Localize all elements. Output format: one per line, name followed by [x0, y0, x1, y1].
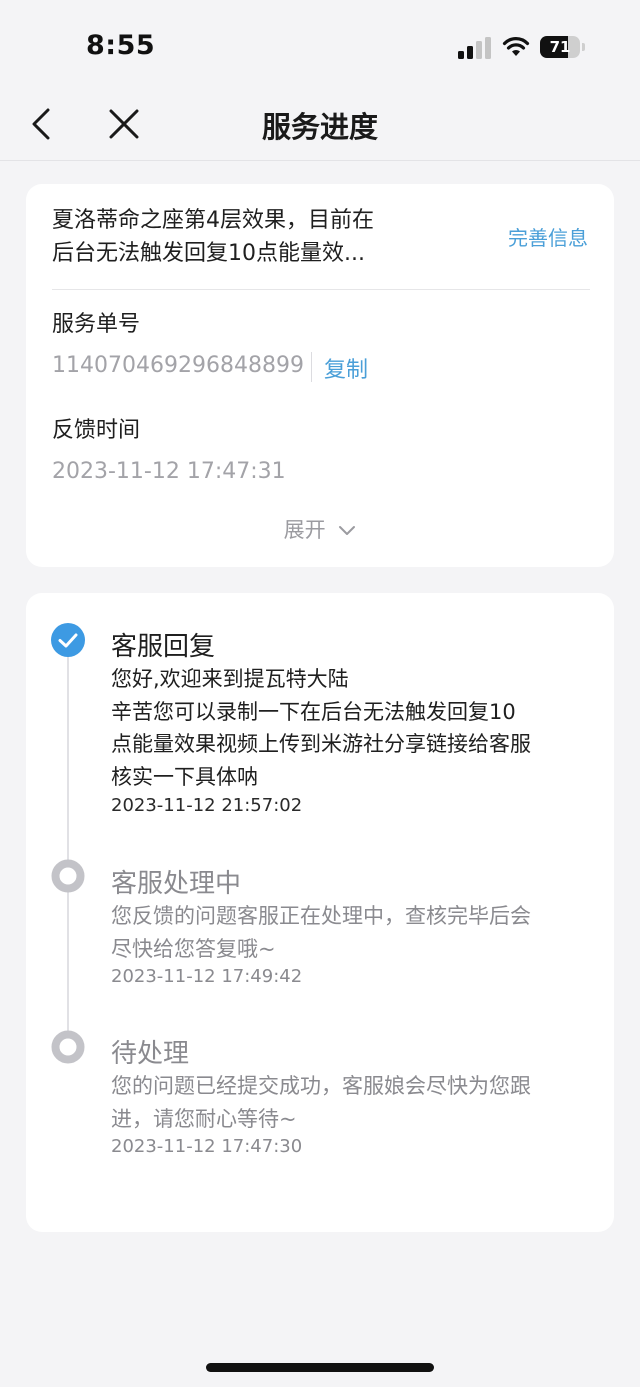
issue-title-line: 后台无法触发回复10点能量效...	[52, 241, 365, 266]
service-number-label: 服务单号	[52, 312, 141, 337]
divider	[52, 289, 590, 290]
step-description-line: 尽快给您答复哦~	[111, 936, 276, 961]
step-time: 2023-11-12 21:57:02	[111, 795, 303, 816]
expand-button[interactable]: 展开	[26, 514, 614, 544]
step-description: 您的问题已经提交成功，客服娘会尽快为您跟 进，请您耐心等待~	[111, 1070, 591, 1135]
step-status: 客服处理中	[111, 869, 242, 899]
step-description-line: 点能量效果视频上传到米游社分享链接给客服	[111, 732, 531, 756]
pending-circle-icon	[51, 859, 85, 893]
complete-info-link[interactable]: 完善信息	[508, 222, 588, 251]
timeline-line	[67, 639, 69, 1049]
step-time: 2023-11-12 17:49:42	[111, 966, 303, 987]
step-description-line: 辛苦您可以录制一下在后台无法触发回复10	[111, 699, 516, 724]
step-description: 您好,欢迎来到提瓦特大陆 辛苦您可以录制一下在后台无法触发回复10 点能量效果视…	[111, 663, 591, 793]
step-status: 客服回复	[111, 632, 216, 662]
copy-button[interactable]: 复制	[324, 352, 368, 384]
signal-icon	[458, 37, 491, 59]
step-time: 2023-11-12 17:47:30	[111, 1136, 303, 1157]
battery-level: 71	[549, 38, 571, 56]
step-description-line: 您反馈的问题客服正在处理中，查核完毕后会	[111, 904, 531, 928]
progress-timeline-card: 客服回复 您好,欢迎来到提瓦特大陆 辛苦您可以录制一下在后台无法触发回复10 点…	[26, 593, 614, 1232]
ticket-info-card: 夏洛蒂命之座第4层效果，目前在 后台无法触发回复10点能量效... 完善信息 服…	[26, 184, 614, 567]
step-description-line: 您的问题已经提交成功，客服娘会尽快为您跟	[111, 1074, 531, 1098]
status-bar: 8:55 71	[0, 0, 640, 90]
step-status: 待处理	[111, 1039, 190, 1069]
issue-title-line: 夏洛蒂命之座第4层效果，目前在	[52, 208, 374, 233]
value-divider	[311, 352, 312, 382]
check-circle-icon	[51, 623, 85, 657]
step-description-line: 进，请您耐心等待~	[111, 1106, 297, 1131]
chevron-down-icon	[339, 526, 356, 535]
feedback-time-value: 2023-11-12 17:47:31	[52, 459, 286, 484]
nav-bar: 服务进度	[0, 90, 640, 161]
pending-circle-icon	[51, 1030, 85, 1064]
expand-label: 展开	[283, 518, 326, 542]
feedback-time-label: 反馈时间	[52, 418, 141, 443]
step-description: 您反馈的问题客服正在处理中，查核完毕后会 尽快给您答复哦~	[111, 900, 591, 965]
close-icon[interactable]	[104, 104, 144, 144]
step-description-line: 您好,欢迎来到提瓦特大陆	[111, 667, 349, 691]
page-title: 服务进度	[261, 110, 378, 144]
step-description-line: 核实一下具体呐	[111, 764, 258, 789]
battery-icon: 71	[540, 36, 588, 60]
wifi-icon	[502, 37, 530, 56]
service-number-value: 114070469296848899	[52, 353, 304, 378]
home-indicator	[206, 1363, 434, 1372]
status-time: 8:55	[86, 30, 156, 61]
back-icon[interactable]	[22, 104, 62, 144]
issue-title: 夏洛蒂命之座第4层效果，目前在 后台无法触发回复10点能量效...	[52, 204, 472, 270]
